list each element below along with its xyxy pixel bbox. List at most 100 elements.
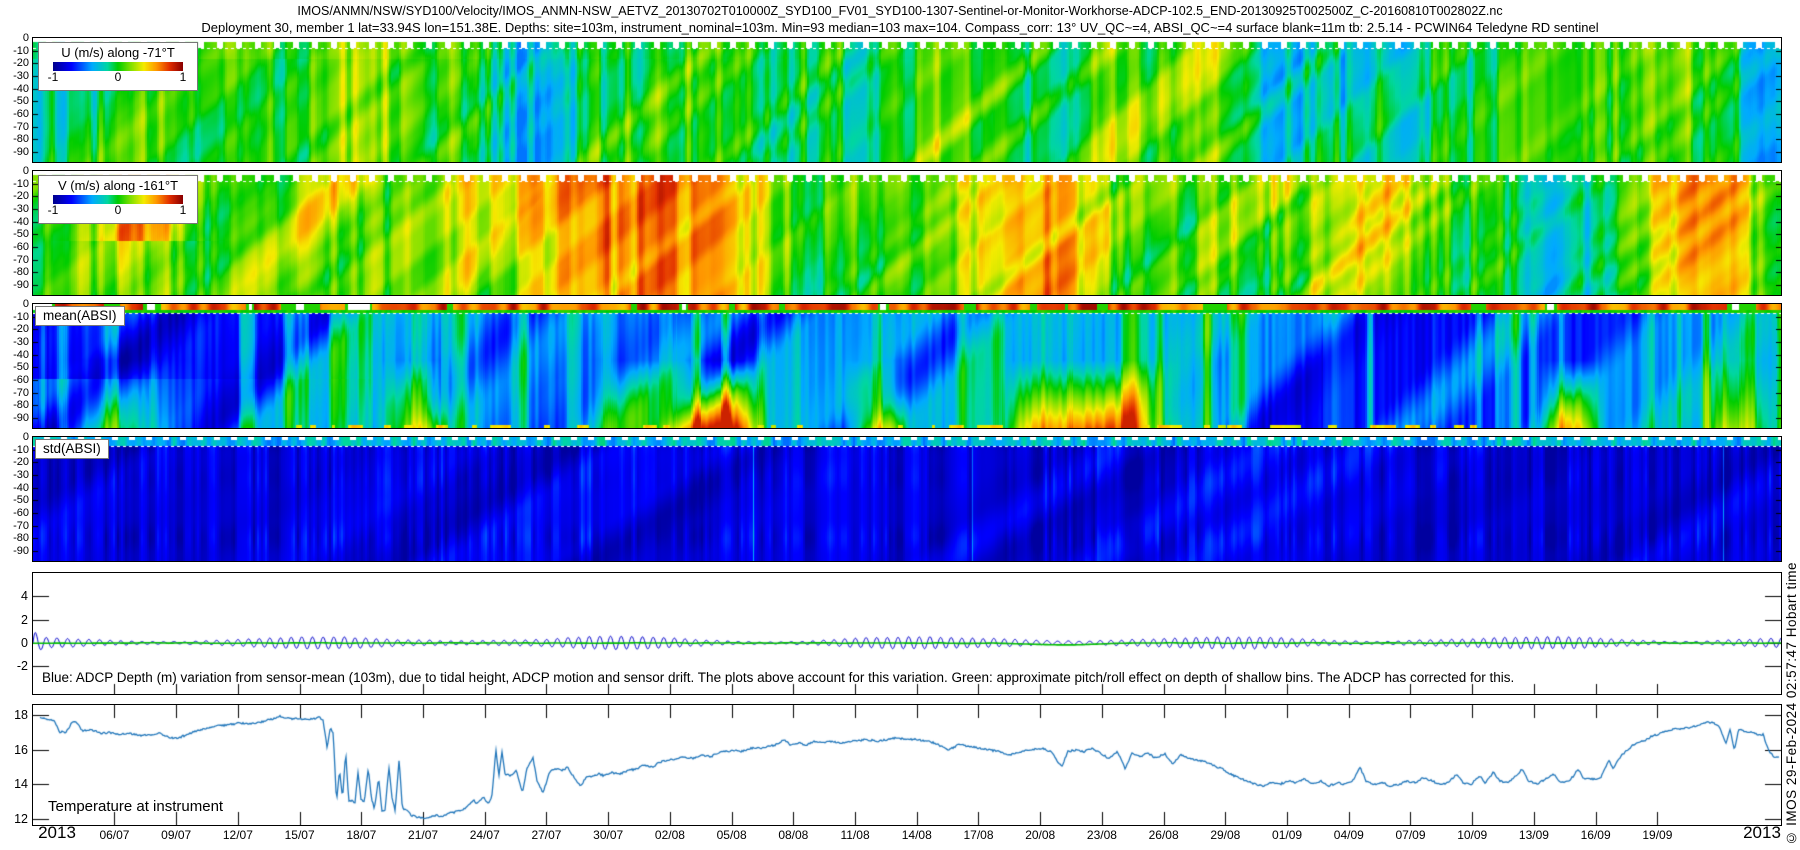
panel-mean-absi-heatmap xyxy=(32,303,1782,429)
date-tick-label: 10/09 xyxy=(1457,828,1488,842)
date-tick-label: 02/08 xyxy=(654,828,685,842)
colorbar-tick-label: -1 xyxy=(47,203,59,217)
u-legend-title: U (m/s) along -71°T xyxy=(61,45,175,60)
date-tick-label: 06/07 xyxy=(99,828,130,842)
depth-tick-label: -40 xyxy=(13,82,29,95)
depth-tick-label: -50 xyxy=(13,95,29,108)
depth-tick-label: -90 xyxy=(13,544,29,557)
depth-tick-label: -10 xyxy=(13,443,29,456)
v-colorbar-ticks: -1 0 1 xyxy=(39,203,197,217)
u-colorbar-ticks: -1 0 1 xyxy=(39,70,197,84)
date-tick-label: 07/09 xyxy=(1395,828,1426,842)
depth-tick-label: -40 xyxy=(13,348,29,361)
depth-tick-label: -50 xyxy=(13,228,29,241)
depth-tick-label: -80 xyxy=(13,399,29,412)
depth-variation-ytick-label: -2 xyxy=(16,659,28,674)
depth-tick-label: -10 xyxy=(13,44,29,57)
depth-variation-annotation: Blue: ADCP Depth (m) variation from sens… xyxy=(42,670,1515,685)
date-tick-label: 16/09 xyxy=(1580,828,1611,842)
depth-tick-label: -40 xyxy=(13,215,29,228)
depth-tick-label: 0 xyxy=(22,298,29,310)
panel-temperature xyxy=(32,704,1782,826)
u-velocity-heatmap-canvas xyxy=(33,38,1781,162)
depth-tick-label: -60 xyxy=(13,107,29,120)
figure-subtitle: Deployment 30, member 1 lat=33.94S lon=1… xyxy=(201,20,1599,35)
year-label-left: 2013 xyxy=(38,823,76,842)
depth-tick-label: -70 xyxy=(13,386,29,399)
depth-tick-label: -80 xyxy=(13,266,29,279)
temperature-ytick-label: 12 xyxy=(14,811,28,826)
depth-tick-label: -30 xyxy=(13,202,29,215)
depth-tick-label: -50 xyxy=(13,494,29,507)
depth-tick-label: -20 xyxy=(13,456,29,469)
depth-tick-label: -90 xyxy=(13,278,29,291)
date-tick-label: 15/07 xyxy=(284,828,315,842)
depth-tick-label: -70 xyxy=(13,253,29,266)
colorbar-tick-label: 1 xyxy=(179,70,187,84)
temperature-ytick-label: 18 xyxy=(14,708,28,723)
depth-tick-label: -80 xyxy=(13,532,29,545)
depth-tick-label: -60 xyxy=(13,240,29,253)
v-legend-title: V (m/s) along -161°T xyxy=(57,178,179,193)
colorbar-tick-label: -1 xyxy=(47,70,59,84)
panel-u-velocity-heatmap xyxy=(32,37,1782,163)
imos-copyright-watermark: © IMOS 29-Feb-2024 02:57:47 Hobart time xyxy=(1784,562,1799,846)
depth-variation-ytick-label: 2 xyxy=(21,612,28,627)
depth-tick-label: -20 xyxy=(13,323,29,336)
date-tick-label: 18/07 xyxy=(346,828,377,842)
date-tick-label: 17/08 xyxy=(963,828,994,842)
date-tick-label: 13/09 xyxy=(1518,828,1549,842)
figure-title: IMOS/ANMN/NSW/SYD100/Velocity/IMOS_ANMN-… xyxy=(297,4,1503,18)
date-tick-label: 09/07 xyxy=(161,828,192,842)
depth-tick-label: -90 xyxy=(13,411,29,424)
v-velocity-heatmap-canvas xyxy=(33,171,1781,295)
date-tick-label: 01/09 xyxy=(1272,828,1303,842)
depth-tick-label: -10 xyxy=(13,177,29,190)
date-tick-label: 14/08 xyxy=(901,828,932,842)
v-colorbar-legend: V (m/s) along -161°T -1 0 1 xyxy=(38,175,198,224)
depth-tick-label: -20 xyxy=(13,190,29,203)
year-label-right: 2013 xyxy=(1743,823,1781,842)
depth-tick-label: -20 xyxy=(13,57,29,70)
colorbar-tick-label: 0 xyxy=(114,203,122,217)
depth-variation-ytick-label: 0 xyxy=(21,635,28,650)
depth-tick-label: -10 xyxy=(13,310,29,323)
panel-std-absi-heatmap xyxy=(32,436,1782,562)
colorbar-tick-label: 0 xyxy=(114,70,122,84)
date-tick-label: 05/08 xyxy=(716,828,747,842)
mean-absi-heatmap-canvas xyxy=(33,304,1781,428)
depth-tick-label: -90 xyxy=(13,145,29,158)
date-tick-label: 08/08 xyxy=(778,828,809,842)
date-tick-label: 04/09 xyxy=(1333,828,1364,842)
mean-absi-label: mean(ABSI) xyxy=(35,306,125,326)
date-tick-label: 19/09 xyxy=(1642,828,1673,842)
date-tick-label: 30/07 xyxy=(593,828,624,842)
date-tick-label: 26/08 xyxy=(1148,828,1179,842)
depth-tick-label: 0 xyxy=(22,165,29,177)
depth-tick-label: -60 xyxy=(13,373,29,386)
depth-tick-label: -70 xyxy=(13,519,29,532)
depth-tick-label: -70 xyxy=(13,120,29,133)
date-tick-label: 23/08 xyxy=(1086,828,1117,842)
u-colorbar-legend: U (m/s) along -71°T -1 0 1 xyxy=(38,42,198,91)
depth-tick-label: -30 xyxy=(13,335,29,348)
std-absi-label: std(ABSI) xyxy=(35,439,109,459)
colorbar-tick-label: 1 xyxy=(179,203,187,217)
panel-v-velocity-heatmap xyxy=(32,170,1782,296)
depth-tick-label: -60 xyxy=(13,506,29,519)
depth-tick-label: -30 xyxy=(13,69,29,82)
date-tick-label: 27/07 xyxy=(531,828,562,842)
date-tick-label: 29/08 xyxy=(1210,828,1241,842)
date-tick-label: 21/07 xyxy=(408,828,439,842)
date-tick-label: 20/08 xyxy=(1025,828,1056,842)
temperature-ytick-label: 14 xyxy=(14,777,28,792)
temperature-ytick-label: 16 xyxy=(14,742,28,757)
date-tick-label: 24/07 xyxy=(469,828,500,842)
temperature-canvas xyxy=(33,705,1781,825)
depth-tick-label: 0 xyxy=(22,431,29,443)
depth-tick-label: 0 xyxy=(22,32,29,44)
std-absi-heatmap-canvas xyxy=(33,437,1781,561)
figure-root: IMOS/ANMN/NSW/SYD100/Velocity/IMOS_ANMN-… xyxy=(0,0,1800,850)
depth-tick-label: -80 xyxy=(13,133,29,146)
depth-tick-label: -30 xyxy=(13,468,29,481)
